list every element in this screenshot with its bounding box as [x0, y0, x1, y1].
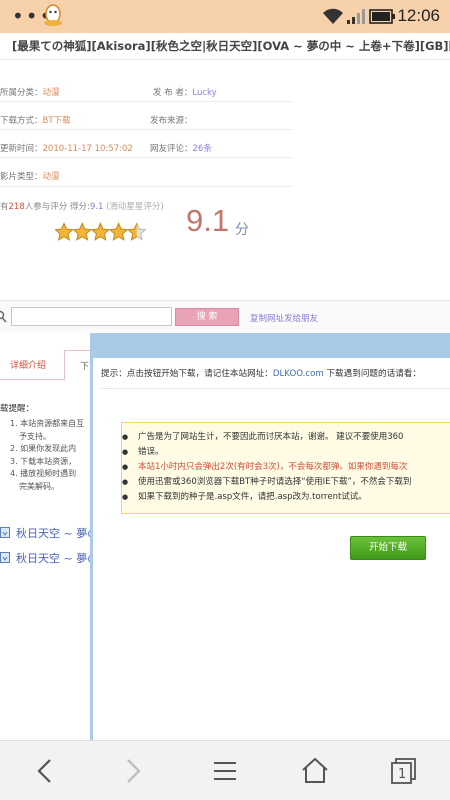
star-icon[interactable]	[90, 222, 111, 241]
site-link[interactable]: DLKOO.com	[273, 369, 324, 379]
notes-list: 1. 本站资源都来自互 予支持。 2. 如果你发现此内 3. 下载本站资源， 4…	[10, 418, 84, 494]
tab-download[interactable]: 下	[64, 350, 92, 381]
divider	[0, 101, 292, 102]
info-update-time: 更新时间：2010-11-17 10:57:02	[0, 144, 133, 154]
back-icon[interactable]	[35, 758, 55, 784]
download-dialog: 提示：点击按钮开始下载，请记住本站网址：DLKOO.com 下载遇到问题的话请看…	[90, 333, 450, 740]
download-link-label[interactable]: 秋日天空 ~ 夢の	[16, 550, 98, 566]
info-comments[interactable]: 网友评论：26条	[150, 142, 212, 154]
notice-item: 本站1小时内只会弹出2次(有时会3次)，不会每次都弹。如果你遇到每次	[122, 460, 450, 475]
star-rating-icon[interactable]	[54, 222, 147, 242]
menu-icon[interactable]	[213, 760, 237, 782]
star-icon[interactable]	[127, 222, 147, 241]
star-icon[interactable]	[108, 222, 129, 241]
download-link-label[interactable]: 秋日天空 ~ 夢の	[16, 525, 98, 541]
divider	[0, 186, 292, 187]
qq-notification-icon	[44, 4, 62, 26]
note-line: 1. 本站资源都来自互	[10, 419, 85, 428]
note-line: 3. 下载本站资源，	[10, 456, 77, 466]
note-line: 予支持。	[19, 431, 51, 441]
download-link-2[interactable]: 秋日天空 ~ 夢の	[0, 548, 98, 568]
star-icon[interactable]	[72, 222, 92, 241]
rating-score: 9.1	[186, 203, 230, 238]
wifi-icon	[323, 8, 343, 24]
divider	[0, 157, 292, 158]
info-source: 发布来源：	[150, 116, 193, 126]
star-icon[interactable]	[54, 222, 74, 241]
note-line: 2. 如果你发现此内	[10, 444, 77, 454]
dialog-header[interactable]	[93, 333, 450, 358]
info-category: 所属分类：动漫	[0, 88, 60, 98]
notice-item: 如果下载到的种子是.asp文件，请把.asp改为.torrent试试。	[122, 490, 450, 505]
note-line: 4. 播放视频时遇到	[10, 469, 77, 479]
notice-box: 广告是为了网站生计，不要因此而讨厌本站，谢谢。 建议不要使用360 错误。 本站…	[121, 422, 450, 514]
notice-item-continued: 错误。	[122, 445, 450, 460]
info-download-method: 下载方式：BT下载	[0, 116, 71, 126]
home-icon[interactable]	[301, 757, 329, 784]
info-film-type: 影片类型：动漫	[0, 172, 60, 182]
search-icon	[0, 310, 7, 323]
share-link[interactable]: 复制网址发给朋友	[250, 312, 318, 324]
download-file-icon	[0, 552, 10, 563]
download-file-icon	[0, 527, 10, 538]
browser-nav-bar: 1	[0, 740, 450, 800]
search-input[interactable]	[11, 307, 172, 326]
divider	[0, 129, 292, 130]
rating-unit: 分	[235, 222, 249, 238]
search-bar: 搜 索 复制网址发给朋友	[0, 300, 450, 332]
search-button[interactable]: 搜 索	[175, 308, 239, 326]
forward-icon[interactable]	[123, 758, 143, 784]
star-rating[interactable]	[54, 222, 147, 242]
battery-icon	[369, 9, 395, 24]
notice-item: 广告是为了网站生计，不要因此而讨厌本站，谢谢。 建议不要使用360	[122, 430, 450, 445]
notes-heading: 载提醒：	[0, 404, 35, 414]
note-line: 完美解码。	[19, 481, 59, 491]
tabs-icon[interactable]: 1	[390, 757, 418, 784]
download-link-1[interactable]: 秋日天空 ~ 夢の	[0, 523, 98, 543]
clock: 12:06	[397, 6, 440, 25]
dialog-hint: 提示：点击按钮开始下载，请记住本站网址：DLKOO.com 下载遇到问题的话请看…	[101, 367, 450, 389]
signal-icon	[347, 9, 365, 24]
page-title: [最果ての神狐][Akisora][秋色之空|秋日天空][OVA ~ 夢の中 ~…	[0, 33, 450, 60]
info-publisher: 发 布 者：Lucky	[153, 88, 217, 98]
tab-download-label: 下	[80, 362, 90, 372]
tab-details[interactable]: 详细介绍	[10, 358, 46, 371]
start-download-button[interactable]: 开始下载	[350, 536, 426, 560]
status-bar: ••• 12:06	[0, 0, 450, 33]
svg-text:1: 1	[398, 767, 406, 782]
notice-item: 使用迅雷或360浏览器下载BT种子时请选择“使用IE下载”，不然会下载到	[122, 475, 450, 490]
rating-summary: 有218人参与评分 得分:9.1 (滑动星星评分)	[0, 202, 164, 212]
